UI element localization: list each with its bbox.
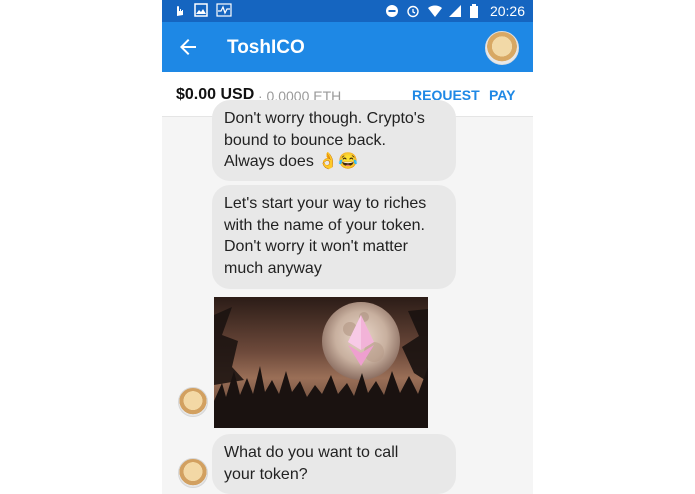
message-line: Let's start your way to riches [224,195,427,212]
sender-avatar[interactable] [178,458,208,488]
touch-icon [172,3,186,17]
status-bar: 20:26 [162,0,533,22]
message-line: Don't worry though. Crypto's [224,110,425,127]
back-arrow-icon[interactable] [176,35,200,59]
battery-icon [469,4,483,18]
message-line: Always does 👌😂 [224,153,359,170]
bot-avatar[interactable] [485,31,519,65]
chat-thread[interactable]: Don't worry though. Crypto's bound to bo… [162,100,533,494]
app-bar: ToshICO [162,22,533,72]
message-line: your token? [224,465,308,483]
alarm-icon [406,4,420,18]
message-line: bound to bounce back. [224,131,386,149]
message-line: What do you want to call [224,444,399,461]
message-line: with the name of your token. [224,216,425,234]
message-bubble: What do you want to call your token? [212,434,456,494]
phone-screen: 20:26 ToshICO $0.00 USD · 0.0000 ETH REQ… [162,0,533,494]
message-line: Don't worry it won't matter [224,238,408,255]
status-time: 20:26 [489,3,525,19]
message-line: much anyway [224,259,322,277]
ethereum-moon-image[interactable] [214,297,428,428]
activity-icon [216,3,232,17]
message-bubble: Let's start your way to riches with the … [212,185,456,289]
signal-icon [448,4,462,18]
message-bubble: Don't worry though. Crypto's bound to bo… [212,100,456,181]
sender-avatar[interactable] [178,387,208,417]
image-icon [194,3,208,17]
chat-title: ToshICO [227,37,305,58]
pay-button[interactable]: PAY [489,87,515,103]
do-not-disturb-icon [385,4,399,18]
wifi-icon [427,4,442,18]
